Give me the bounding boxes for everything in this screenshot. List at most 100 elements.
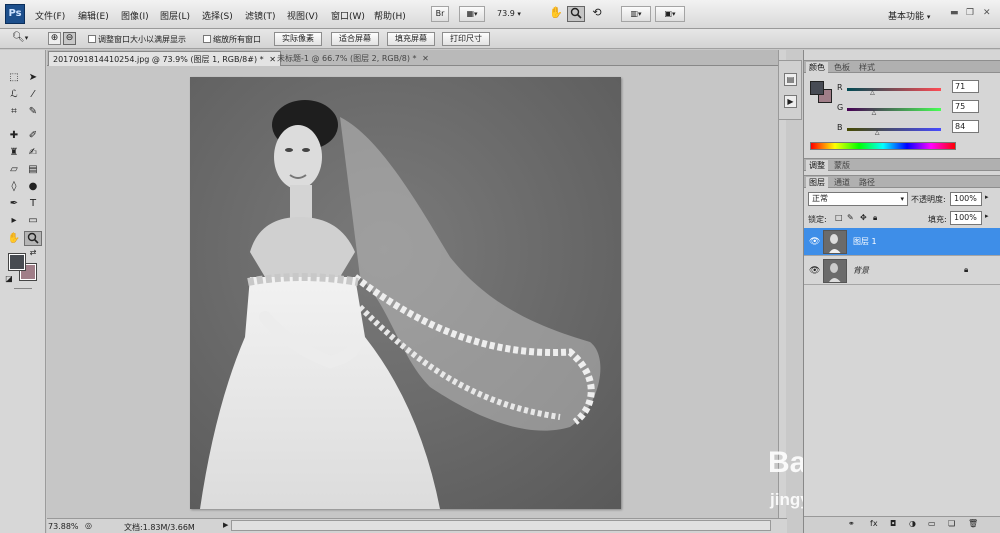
tab-document-1[interactable]: 20170918144102​54.jpg @ 73.9% (图层 1, RGB…	[48, 51, 281, 66]
brush-tool-icon[interactable]: ✐	[24, 128, 42, 143]
green-slider[interactable]: G △ 75	[837, 100, 987, 116]
tab-masks[interactable]: 蒙版	[831, 160, 853, 172]
quick-select-icon[interactable]: ⁄	[24, 87, 42, 102]
tab-document-2[interactable]: 未标题-1 @ 66.7% (图层 2, RGB/8) * ✕	[273, 51, 433, 66]
opacity-input[interactable]: 100%	[950, 192, 982, 206]
menu-help[interactable]: 帮助(H)	[374, 9, 406, 22]
green-value-input[interactable]: 75	[952, 100, 979, 113]
bridge-button[interactable]: Br	[431, 6, 449, 22]
tab-channels[interactable]: 通道	[831, 177, 853, 189]
fill-input[interactable]: 100%	[950, 211, 982, 225]
zoom-tool-icon[interactable]	[567, 6, 585, 22]
status-zoom[interactable]: 73.88%	[48, 522, 79, 531]
adjustment-layer-icon[interactable]: ◑	[909, 519, 916, 528]
menu-file[interactable]: 文件(F)	[35, 9, 65, 22]
red-slider[interactable]: R △ 71	[837, 80, 987, 96]
dodge-tool-icon[interactable]: ●	[24, 179, 42, 194]
link-layers-icon[interactable]: ⚭	[848, 519, 855, 528]
minimize-icon[interactable]: ▬	[950, 8, 959, 18]
fill-screen-button[interactable]: 填充屏幕	[387, 32, 435, 46]
blur-tool-icon[interactable]: ◊	[5, 179, 23, 194]
new-layer-icon[interactable]: ❏	[948, 519, 955, 528]
layer-row[interactable]: 👁︎ 背景 🔒︎	[804, 257, 1000, 285]
tab-color[interactable]: 颜色	[806, 62, 828, 74]
rotate-view-icon[interactable]: ⟲	[589, 6, 605, 22]
fill-arrow-icon[interactable]: ▸	[985, 212, 989, 220]
layer-name[interactable]: 图层 1	[853, 236, 877, 247]
menu-window[interactable]: 窗口(W)	[331, 9, 365, 22]
layer-name[interactable]: 背景	[853, 265, 869, 276]
visibility-eye-icon[interactable]: 👁︎	[809, 266, 820, 276]
healing-brush-icon[interactable]: ✚	[5, 128, 23, 143]
resize-windows-checkbox[interactable]: 调整窗口大小以满屏显示	[88, 34, 186, 45]
lasso-tool-icon[interactable]: ℒ	[5, 87, 23, 102]
view-extras-button[interactable]: ▦▾	[459, 6, 485, 22]
slider-thumb[interactable]: △	[875, 129, 880, 136]
fit-screen-button[interactable]: 适合屏幕	[331, 32, 379, 46]
history-panel-icon[interactable]: ▤	[784, 73, 797, 86]
menu-select[interactable]: 选择(S)	[202, 9, 233, 22]
clone-stamp-icon[interactable]: ♜	[5, 145, 23, 160]
delete-layer-icon[interactable]: 🗑︎	[968, 519, 978, 528]
visibility-eye-icon[interactable]: 👁︎	[809, 237, 820, 247]
close-icon[interactable]: ✕	[422, 54, 429, 63]
canvas-photo[interactable]	[190, 77, 621, 509]
lock-position-icon[interactable]: ✥	[860, 213, 867, 222]
close-icon[interactable]: ✕	[983, 8, 991, 18]
lock-all-icon[interactable]: 🔒︎	[873, 213, 877, 223]
zoom-out-icon[interactable]: ⊖	[63, 32, 76, 45]
zoom-all-windows-checkbox[interactable]: 缩放所有窗口	[203, 34, 261, 45]
status-preview-icon[interactable]: ◎	[85, 521, 92, 530]
gradient-tool-icon[interactable]: ▤	[24, 162, 42, 177]
status-menu-arrow-icon[interactable]: ▶	[223, 521, 228, 529]
menu-filter[interactable]: 滤镜(T)	[245, 9, 276, 22]
pen-tool-icon[interactable]: ✒	[5, 196, 23, 211]
layer-row[interactable]: 👁︎ 图层 1	[804, 228, 1000, 256]
menu-layer[interactable]: 图层(L)	[160, 9, 190, 22]
zoom-in-icon[interactable]: ⊕	[48, 32, 61, 45]
crop-tool-icon[interactable]: ⌗	[5, 104, 23, 119]
add-mask-icon[interactable]: ◘	[890, 519, 896, 528]
blue-slider[interactable]: B △ 84	[837, 120, 987, 136]
move-tool-icon[interactable]: ➤	[24, 70, 42, 85]
default-colors-icon[interactable]: ◪	[4, 274, 14, 284]
red-value-input[interactable]: 71	[952, 80, 979, 93]
slider-thumb[interactable]: △	[870, 89, 875, 96]
zoom-level-readout[interactable]: 73.9 ▾	[497, 9, 521, 18]
menu-view[interactable]: 视图(V)	[287, 9, 318, 22]
tab-paths[interactable]: 路径	[856, 177, 878, 189]
lock-image-icon[interactable]: ✎	[847, 213, 854, 222]
restore-icon[interactable]: ❐	[966, 8, 974, 18]
screen-mode-button[interactable]: ▣▾	[655, 6, 685, 22]
shape-tool-icon[interactable]: ▭	[24, 213, 42, 228]
print-size-button[interactable]: 打印尺寸	[442, 32, 490, 46]
color-spectrum-bar[interactable]	[810, 142, 956, 150]
tab-layers[interactable]: 图层	[806, 177, 828, 189]
actual-pixels-button[interactable]: 实际像素	[274, 32, 322, 46]
tab-swatches[interactable]: 色板	[831, 62, 853, 74]
slider-thumb[interactable]: △	[872, 109, 877, 116]
arrange-documents-button[interactable]: ▥▾	[621, 6, 651, 22]
foreground-color-swatch[interactable]	[8, 253, 26, 271]
path-select-icon[interactable]: ▸	[5, 213, 23, 228]
menu-image[interactable]: 图像(I)	[121, 9, 149, 22]
zoom-tool-icon[interactable]	[24, 231, 42, 246]
eyedropper-icon[interactable]: ✎	[24, 104, 42, 119]
tab-adjustments[interactable]: 调整	[806, 160, 828, 172]
new-group-icon[interactable]: ▭	[928, 519, 936, 528]
workspace-switcher[interactable]: 基本功能 ▾	[888, 9, 930, 22]
swap-colors-icon[interactable]: ⇄	[28, 248, 38, 258]
type-tool-icon[interactable]: T	[24, 196, 42, 211]
opacity-arrow-icon[interactable]: ▸	[985, 193, 989, 201]
history-brush-icon[interactable]: ✍	[24, 145, 42, 160]
hand-tool-icon[interactable]: ✋	[5, 231, 23, 246]
zoom-preset-icon[interactable]: 🔍︎▾	[12, 32, 28, 43]
hand-icon[interactable]: ✋	[548, 6, 564, 22]
horizontal-scrollbar[interactable]	[231, 520, 771, 531]
blue-value-input[interactable]: 84	[952, 120, 979, 133]
layer-style-icon[interactable]: fx	[870, 519, 878, 528]
lock-transparent-icon[interactable]: □	[835, 213, 843, 222]
actions-panel-icon[interactable]: ▶	[784, 95, 797, 108]
blend-mode-select[interactable]: 正常 ▾	[808, 192, 908, 206]
eraser-tool-icon[interactable]: ▱	[5, 162, 23, 177]
